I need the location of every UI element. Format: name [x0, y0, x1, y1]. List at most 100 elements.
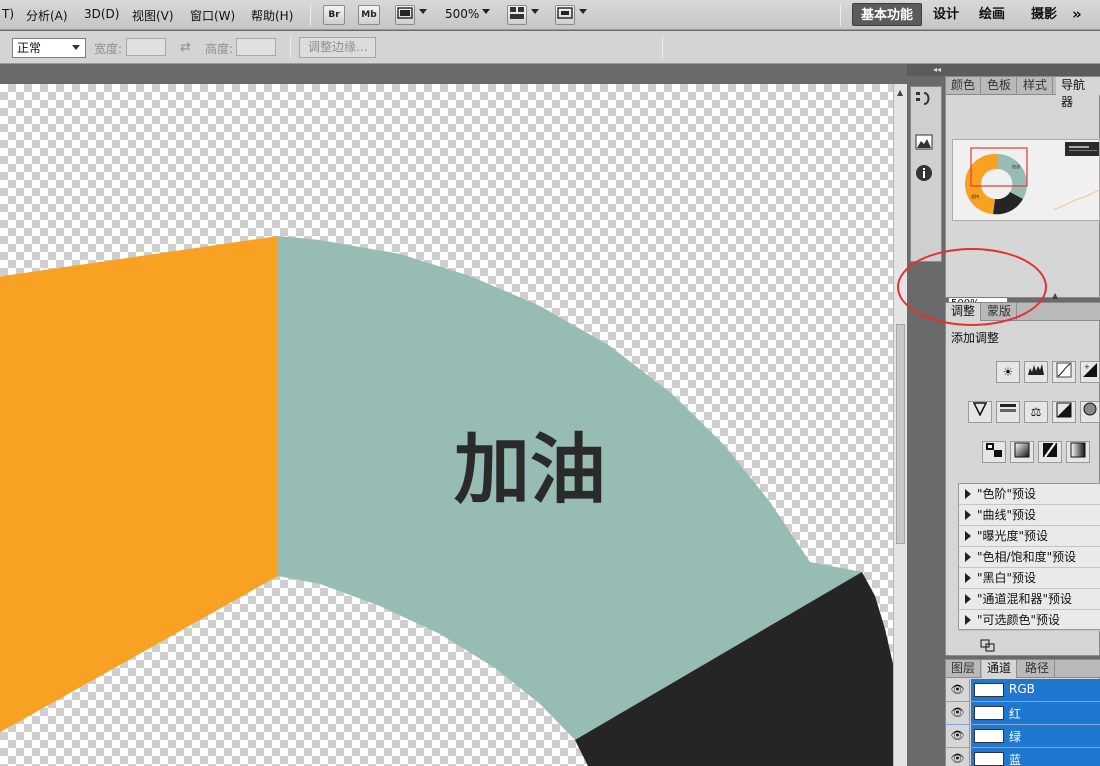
grid-icon	[510, 7, 524, 19]
menu-bar: T) 分析(A) 3D(D) 视图(V) 窗口(W) 帮助(H) Br Mb 5…	[0, 0, 1100, 30]
workspace-design[interactable]: 设计	[925, 3, 967, 26]
gradient-map-icon[interactable]	[1066, 441, 1090, 463]
info-icon[interactable]	[910, 164, 938, 188]
bridge-button[interactable]: Br	[323, 5, 345, 25]
menu-window[interactable]: 窗口(W)	[190, 7, 235, 24]
height-label: 高度:	[205, 42, 234, 56]
levels-icon[interactable]	[1024, 361, 1048, 383]
scrollbar-thumb[interactable]	[896, 324, 905, 544]
style-dropdown[interactable]: 正常	[12, 38, 86, 58]
posterize-icon-glyph	[1014, 442, 1030, 458]
preset-curves[interactable]: "曲线"预设	[959, 505, 1100, 526]
chevron-down-icon[interactable]	[579, 9, 587, 14]
tab-styles[interactable]: 样式	[1018, 77, 1054, 95]
threshold-icon[interactable]	[1038, 441, 1062, 463]
channel-thumbnail	[974, 729, 1004, 743]
workspace-essentials[interactable]: 基本功能	[852, 3, 923, 26]
tab-layers[interactable]: 图层	[946, 660, 982, 678]
red-highlight-ellipse	[897, 248, 1047, 326]
tab-color[interactable]: 颜色	[946, 77, 982, 95]
width-label: 宽度:	[94, 42, 123, 56]
expand-triangle-icon	[965, 510, 971, 520]
channel-row-green[interactable]: 👁 绿	[946, 725, 1100, 748]
curves-icon-glyph	[1056, 362, 1072, 378]
zoom-out-icon[interactable]: ▲	[1052, 291, 1058, 300]
vibrance-icon[interactable]	[968, 401, 992, 423]
tab-paths[interactable]: 路径	[1020, 660, 1056, 678]
menu-help[interactable]: 帮助(H)	[251, 7, 293, 24]
extras-icon[interactable]	[395, 5, 415, 25]
invert-icon-glyph	[986, 443, 1002, 457]
width-field[interactable]	[126, 38, 166, 56]
invert-icon[interactable]	[982, 441, 1006, 463]
color-balance-icon[interactable]: ⚖	[1024, 401, 1048, 423]
chevron-down-icon[interactable]	[531, 9, 539, 14]
vertical-scrollbar[interactable]: ▲	[893, 84, 907, 766]
more-workspaces-icon[interactable]: »	[1064, 3, 1090, 26]
channel-row-blue[interactable]: 👁 蓝	[946, 748, 1100, 766]
preset-hue-saturation[interactable]: "色相/饱和度"预设	[959, 547, 1100, 568]
eye-icon[interactable]: 👁	[946, 679, 970, 701]
channel-thumbnail	[974, 706, 1004, 720]
hue-saturation-icon-glyph	[1000, 404, 1016, 412]
preset-label: "通道混和器"预设	[977, 592, 1073, 606]
refine-edge-button[interactable]: 调整边缘...	[299, 37, 377, 58]
menu-analysis[interactable]: 分析(A)	[26, 7, 68, 24]
eye-icon[interactable]: 👁	[946, 748, 970, 766]
preset-label: "可选颜色"预设	[977, 613, 1061, 627]
eye-icon[interactable]: 👁	[946, 725, 970, 747]
tab-navigator[interactable]: 导航器	[1056, 77, 1100, 109]
scroll-up-icon[interactable]: ▲	[897, 88, 903, 97]
brightness-icon[interactable]: ☀	[996, 361, 1020, 383]
document-canvas[interactable]: 加油	[0, 84, 893, 766]
menubar-separator	[310, 4, 311, 26]
preset-levels[interactable]: "色阶"预设	[959, 484, 1100, 505]
panel-options-icon[interactable]	[980, 639, 996, 653]
hue-saturation-icon[interactable]	[996, 401, 1020, 423]
screen-mode-icon[interactable]	[555, 5, 575, 25]
channel-row-rgb[interactable]: 👁 RGB	[946, 679, 1100, 702]
zoom-level-dropdown[interactable]: 500%	[445, 7, 479, 21]
chevron-down-icon[interactable]	[419, 9, 427, 14]
exposure-icon[interactable]: +	[1080, 361, 1100, 383]
panel-collapse-bar[interactable]: ◂◂	[907, 64, 1100, 76]
preset-label: "曲线"预设	[977, 508, 1037, 522]
eye-icon[interactable]: 👁	[946, 702, 970, 724]
add-adjustment-heading: 添加调整	[951, 331, 1000, 345]
black-white-icon[interactable]	[1052, 401, 1076, 423]
segment-label: 加油	[454, 425, 606, 514]
tab-channels[interactable]: 通道	[982, 660, 1018, 678]
height-field[interactable]	[236, 38, 276, 56]
options-separator	[662, 36, 663, 58]
channel-row-red[interactable]: 👁 红	[946, 702, 1100, 725]
histogram-icon-glyph	[915, 134, 933, 150]
channel-name: 蓝	[1009, 753, 1022, 766]
preset-channel-mixer[interactable]: "通道混和器"预设	[959, 589, 1100, 610]
expand-triangle-icon	[965, 531, 971, 541]
orange-segment	[0, 236, 278, 733]
photo-filter-icon[interactable]	[1080, 401, 1100, 423]
mini-teal-label: 加油	[1012, 163, 1020, 169]
workspace-painting[interactable]: 绘画	[971, 3, 1013, 26]
arrange-documents-icon[interactable]	[507, 5, 527, 25]
menu-3d[interactable]: 3D(D)	[84, 7, 119, 21]
histogram-icon[interactable]	[910, 134, 938, 158]
workspace-photography[interactable]: 摄影	[1023, 3, 1065, 26]
menu-type[interactable]: T)	[2, 7, 14, 21]
chevron-down-icon[interactable]	[482, 9, 490, 14]
channel-name: 红	[1009, 707, 1022, 721]
history-icon[interactable]	[910, 90, 938, 114]
swap-icon[interactable]: ⇄	[180, 40, 191, 55]
preset-black-white[interactable]: "黑白"预设	[959, 568, 1100, 589]
menu-view[interactable]: 视图(V)	[132, 7, 174, 24]
mini-bridge-button[interactable]: Mb	[358, 5, 380, 25]
vibrance-icon-glyph	[972, 402, 988, 417]
preset-exposure[interactable]: "曝光度"预设	[959, 526, 1100, 547]
tab-swatches[interactable]: 色板	[982, 77, 1018, 95]
preset-selective-color[interactable]: "可选颜色"预设	[959, 610, 1100, 631]
curves-icon[interactable]	[1052, 361, 1076, 383]
expand-triangle-icon	[965, 573, 971, 583]
collapse-icon[interactable]: ◂◂	[933, 65, 941, 74]
navigator-preview[interactable]: 加油 坚持	[952, 139, 1100, 221]
posterize-icon[interactable]	[1010, 441, 1034, 463]
